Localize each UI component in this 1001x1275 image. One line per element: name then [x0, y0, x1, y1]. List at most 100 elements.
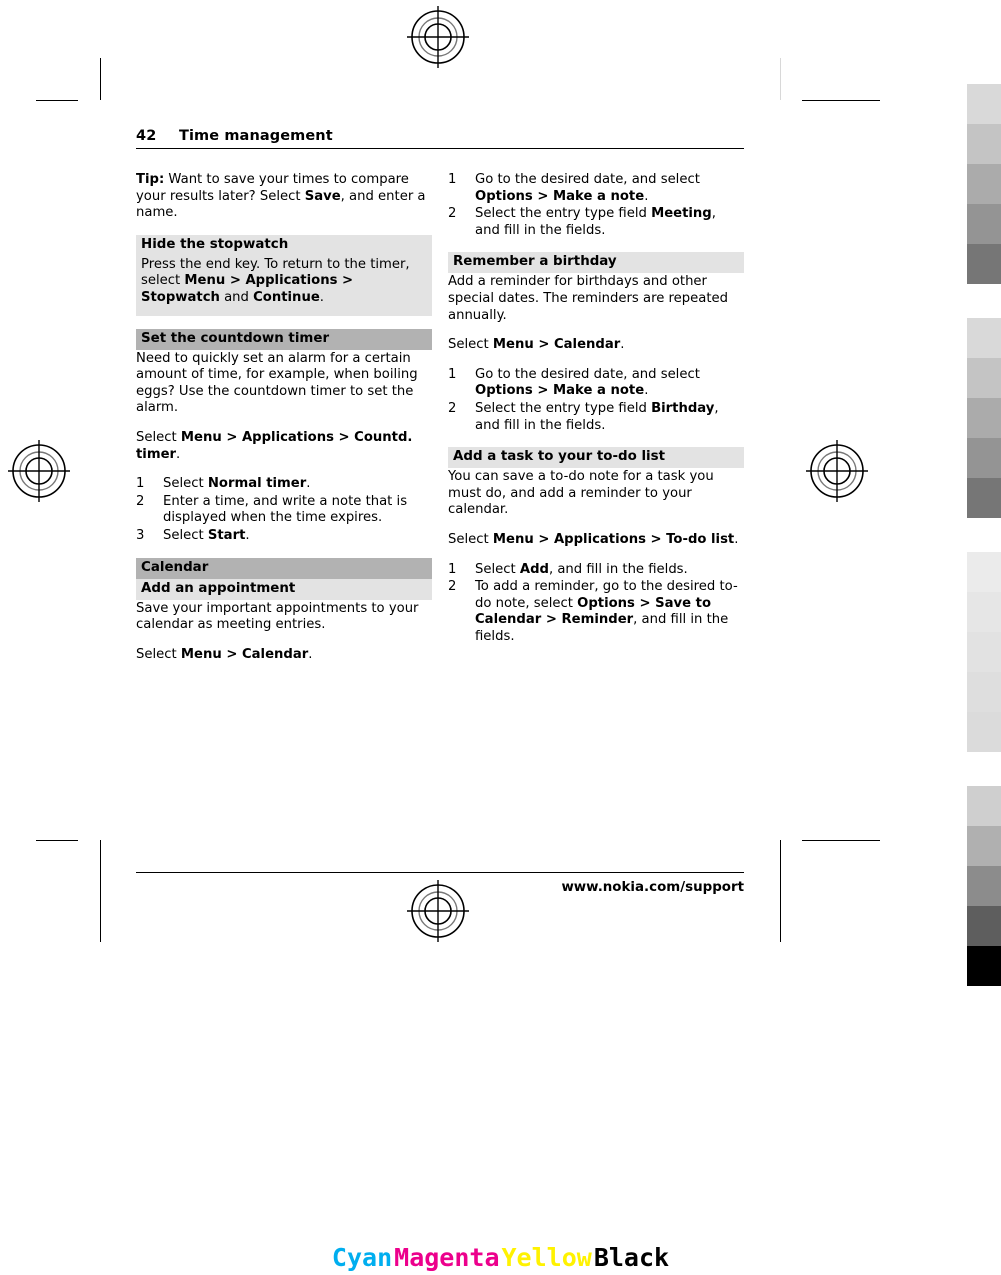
grayscale-swatch — [967, 906, 1001, 946]
crop-mark-top-right-vertical — [780, 58, 781, 100]
step-bold-make-a-note: Make a note — [553, 383, 645, 399]
appointment-sep-1: > — [221, 646, 242, 662]
birthday-sep-1: > — [533, 337, 554, 353]
step-pre: Go to the desired date, and select — [475, 366, 700, 382]
hide-stopwatch-applications: Applications — [245, 273, 338, 289]
running-head-rule — [136, 148, 744, 149]
list-item: 2 Select the entry type field Birthday, … — [448, 401, 744, 434]
birthday-period: . — [620, 337, 625, 353]
grayscale-gap — [967, 518, 1001, 552]
hide-stopwatch-period: . — [319, 289, 324, 305]
list-item: 2 To add a reminder, go to the desired t… — [448, 579, 744, 645]
grayscale-swatch — [967, 946, 1001, 986]
todo-select-path: Select Menu > Applications > To-do list. — [448, 532, 744, 549]
todo-select-prefix: Select — [448, 531, 493, 547]
step-number: 1 — [136, 476, 145, 492]
step-number: 2 — [448, 400, 457, 416]
step-post: . — [644, 383, 649, 399]
hide-stopwatch-continue: Continue — [253, 289, 320, 305]
step-bold-add: Add — [519, 561, 549, 577]
grayscale-swatch — [967, 244, 1001, 284]
grayscale-swatch — [967, 712, 1001, 752]
step-text: Go to the desired date, and select Optio… — [475, 367, 744, 400]
column-left: Tip: Want to save your times to compare … — [136, 172, 432, 676]
birthday-calendar: Calendar — [553, 337, 621, 353]
step-pre: Select — [475, 561, 520, 577]
list-item: 3 Select Start. — [136, 528, 432, 545]
hide-stopwatch-menu: Menu — [184, 273, 226, 289]
countdown-menu: Menu — [180, 429, 222, 445]
step-text: Select Normal timer. — [163, 476, 432, 493]
birthday-menu: Menu — [492, 337, 534, 353]
countdown-steps: 1 Select Normal timer. 2 Enter a time, a… — [136, 476, 432, 544]
crop-mark-bottom-right-horizontal — [802, 840, 880, 841]
list-item: 1 Go to the desired date, and select Opt… — [448, 172, 744, 205]
step-number: 1 — [448, 366, 457, 382]
list-item: 1 Go to the desired date, and select Opt… — [448, 367, 744, 400]
step-bold-make-a-note: Make a note — [553, 188, 645, 204]
countdown-select-prefix: Select — [136, 429, 181, 445]
todo-to-do-list: To-do list — [666, 531, 735, 547]
grayscale-swatch — [967, 552, 1001, 592]
grayscale-swatch — [967, 84, 1001, 124]
step-text: Select the entry type field Meeting, and… — [475, 206, 744, 239]
list-item: 2 Select the entry type field Meeting, a… — [448, 206, 744, 239]
step-sep: > — [532, 188, 554, 204]
step-post: . — [644, 188, 649, 204]
crop-mark-bottom-left-horizontal — [36, 840, 78, 841]
cmyk-color-legend: CyanMagentaYellowBlack — [0, 1243, 1001, 1272]
grayscale-swatch — [967, 826, 1001, 866]
grayscale-swatch — [967, 632, 1001, 672]
birthday-steps: 1 Go to the desired date, and select Opt… — [448, 367, 744, 434]
countdown-applications: Applications — [241, 429, 334, 445]
todo-sep-2: > — [645, 531, 667, 547]
appointment-steps: 1 Go to the desired date, and select Opt… — [448, 172, 744, 239]
grayscale-calibration-strip — [967, 84, 1001, 986]
grayscale-swatch — [967, 786, 1001, 826]
todo-period: . — [734, 531, 739, 547]
registration-mark-left — [8, 440, 70, 502]
countdown-intro: Need to quickly set an alarm for a certa… — [136, 350, 418, 416]
step-pre: Go to the desired date, and select — [475, 172, 700, 187]
grayscale-swatch — [967, 672, 1001, 712]
cmyk-label-yellow: Yellow — [501, 1243, 592, 1272]
step-number: 1 — [448, 561, 457, 577]
grayscale-swatch — [967, 204, 1001, 244]
step-pre: Select the entry type field — [475, 400, 652, 416]
crop-mark-top-right-horizontal — [802, 100, 880, 101]
grayscale-swatch — [967, 124, 1001, 164]
heading-set-the-countdown-timer: Set the countdown timer — [136, 328, 432, 350]
step-bold-birthday: Birthday — [651, 400, 715, 416]
list-item: 2 Enter a time, and write a note that is… — [136, 494, 432, 527]
step-text: To add a reminder, go to the desired to-… — [475, 579, 744, 645]
todo-menu: Menu — [492, 531, 534, 547]
step-post: , and fill in the fields. — [548, 561, 688, 577]
step-pre: Enter a time, and write a note that is d… — [163, 493, 408, 526]
step-number: 1 — [448, 172, 457, 187]
grayscale-group-4 — [967, 786, 1001, 986]
step-text: Select Add, and fill in the fields. — [475, 562, 744, 579]
appointment-menu: Menu — [180, 646, 222, 662]
cmyk-label-magenta: Magenta — [394, 1243, 500, 1272]
grayscale-swatch — [967, 438, 1001, 478]
crop-mark-top-left-horizontal — [36, 100, 78, 101]
step-post: . — [245, 527, 250, 543]
step-pre: Select the entry type field — [475, 206, 652, 222]
birthday-select-prefix: Select — [448, 337, 493, 353]
cmyk-label-black: Black — [593, 1243, 670, 1272]
hide-stopwatch-sep-2: > — [337, 273, 354, 289]
countdown-select-path: Select Menu > Applications > Countd. tim… — [136, 430, 432, 463]
heading-remember-a-birthday: Remember a birthday — [448, 252, 744, 274]
step-number: 3 — [136, 527, 145, 543]
countdown-period: . — [176, 446, 181, 462]
heading-add-an-appointment: Add an appointment — [136, 578, 432, 600]
appointment-intro: Save your important appointments to your… — [136, 600, 419, 633]
grayscale-swatch — [967, 398, 1001, 438]
appointment-period: . — [308, 646, 313, 662]
registration-mark-right — [806, 440, 868, 502]
step-number: 2 — [448, 579, 457, 595]
step-sep-1: > — [634, 595, 656, 611]
two-column-body: Tip: Want to save your times to compare … — [136, 172, 744, 676]
heading-calendar-section: Calendar — [136, 557, 432, 579]
step-pre: Select — [163, 527, 208, 543]
